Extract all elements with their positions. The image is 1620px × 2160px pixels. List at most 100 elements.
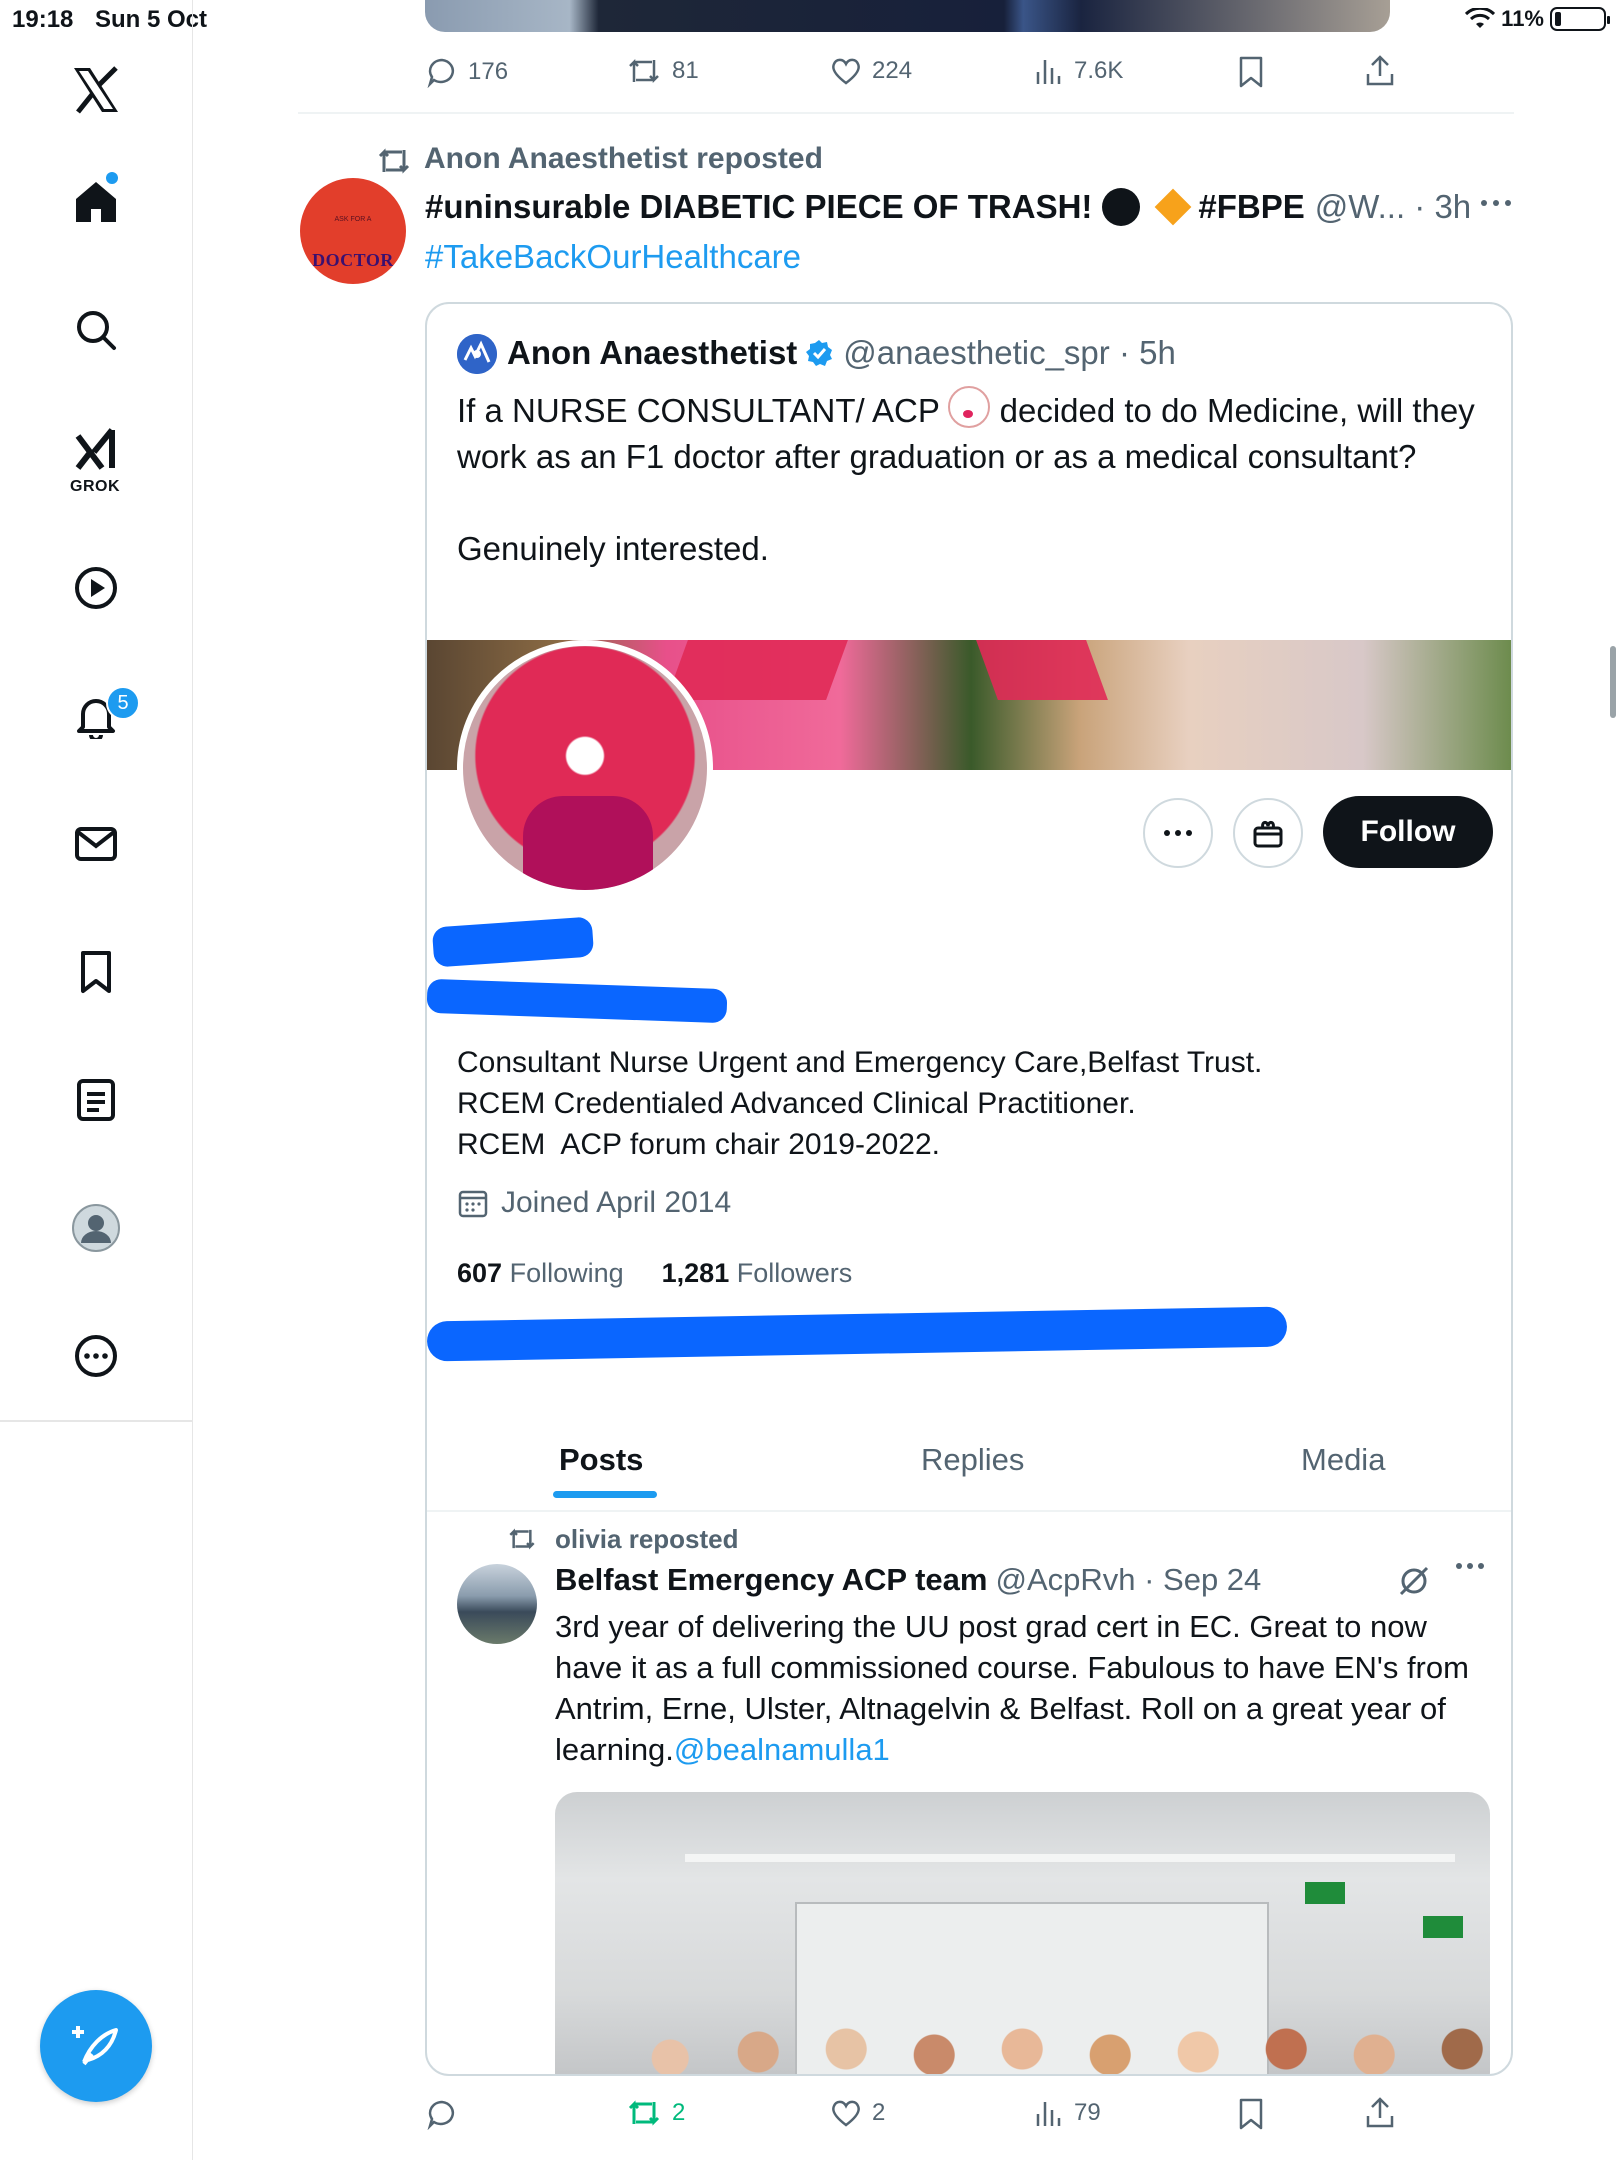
exit-sign: [1423, 1916, 1463, 1938]
sidebar-item-grok[interactable]: [66, 420, 126, 480]
exit-sign: [1305, 1882, 1345, 1904]
compose-icon: [72, 2026, 118, 2066]
search-icon: [77, 311, 116, 350]
x-logo-icon[interactable]: [66, 60, 126, 120]
repost-icon: [628, 2100, 660, 2126]
quote-text-part1: If a NURSE CONSULTANT/ ACP: [457, 392, 949, 429]
mail-icon: [75, 827, 117, 861]
post-repost-button[interactable]: 2: [626, 2098, 685, 2128]
avatar: [72, 1204, 120, 1252]
tab-posts[interactable]: Posts: [559, 1442, 643, 1478]
sidebar-item-profile[interactable]: [66, 1198, 126, 1258]
repost-indicator-icon: [376, 146, 412, 176]
avatar-figure: [523, 796, 653, 890]
post-share-button[interactable]: [1364, 2096, 1396, 2130]
post-author-name-tag[interactable]: #FBPE: [1198, 188, 1304, 226]
calendar-icon: [458, 1190, 488, 1218]
post-author-name[interactable]: #uninsurable DIABETIC PIECE OF TRASH!: [425, 188, 1092, 226]
post-hashtag[interactable]: #TakeBackOurHealthcare: [425, 238, 801, 276]
inner-post-photo[interactable]: [555, 1792, 1490, 2074]
repost-label[interactable]: Anon Anaesthetist reposted: [424, 142, 823, 176]
profile-more-button[interactable]: [1143, 798, 1213, 868]
quote-author-avatar[interactable]: [457, 334, 497, 374]
inner-author-avatar[interactable]: [457, 1564, 537, 1644]
wifi-icon: [1465, 8, 1496, 30]
more-horizontal-icon: [1164, 830, 1192, 836]
followers-link[interactable]: 1,281 Followers: [662, 1258, 853, 1289]
compose-button[interactable]: [40, 1990, 152, 2102]
notification-badge: 5: [106, 686, 140, 720]
followers-label: Followers: [736, 1258, 853, 1288]
banner-fan-left: [666, 640, 848, 700]
inner-mention-link[interactable]: @bealnamulla1: [674, 1732, 890, 1767]
inner-post-header: Belfast Emergency ACP team @AcpRvh · Sep…: [555, 1562, 1261, 1598]
sidebar-item-lists[interactable]: [66, 1070, 126, 1130]
reply-button[interactable]: 176: [426, 56, 508, 88]
profile-avatar[interactable]: [457, 640, 713, 896]
sidebar-item-search[interactable]: [66, 300, 126, 360]
quote-author-name[interactable]: Anon Anaesthetist: [507, 334, 797, 372]
black-circle-emoji: [1102, 188, 1141, 226]
play-icon: [75, 567, 117, 609]
quote-handle-time[interactable]: @anaesthetic_spr · 5h: [843, 334, 1176, 372]
redacted-handle: [427, 978, 728, 1024]
home-unread-dot: [106, 172, 118, 184]
post-reply-button[interactable]: [426, 2098, 468, 2130]
banner-fan-right: [976, 640, 1108, 700]
ceiling-light: [685, 1854, 1455, 1862]
inner-more-button[interactable]: [1455, 1562, 1485, 1570]
orange-diamond-emoji: [1155, 188, 1192, 226]
verified-badge-icon: [805, 339, 833, 367]
post-divider: [298, 112, 1514, 114]
post-views-button[interactable]: 79: [1034, 2098, 1101, 2128]
tab-replies[interactable]: Replies: [921, 1442, 1024, 1478]
scrollbar[interactable]: [1610, 646, 1616, 718]
previous-post-media[interactable]: [425, 0, 1390, 32]
grok-explain-icon[interactable]: [1397, 1564, 1431, 1598]
tab-media[interactable]: Media: [1301, 1442, 1385, 1478]
quoted-post[interactable]: Anon Anaesthetist @anaesthetic_spr · 5h …: [425, 302, 1513, 2076]
avatar-small-text: ASK FOR A: [334, 216, 372, 223]
bookmark-button[interactable]: [1236, 56, 1266, 88]
inner-repost-label[interactable]: olivia reposted: [555, 1524, 739, 1555]
joined-text: Joined April 2014: [501, 1186, 732, 1219]
sidebar-divider: [0, 1420, 192, 1422]
sidebar-item-bookmarks[interactable]: [66, 942, 126, 1002]
like-button[interactable]: 224: [830, 56, 912, 86]
avatar-doctor-text: DOCTOR: [312, 250, 394, 270]
bookmark-icon: [81, 951, 111, 993]
battery-icon: [1550, 7, 1610, 31]
repost-button[interactable]: 81: [626, 56, 699, 86]
share-button[interactable]: [1364, 54, 1396, 88]
post-more-button[interactable]: [1480, 198, 1512, 208]
inner-repost-icon: [507, 1526, 537, 1552]
follow-button[interactable]: Follow: [1323, 796, 1493, 868]
post-author-avatar[interactable]: ASK FOR A DOCTOR: [300, 178, 406, 284]
sidebar-item-more[interactable]: [66, 1326, 126, 1386]
active-tab-indicator: [553, 1491, 657, 1498]
post-handle-time[interactable]: @W... · 3h: [1315, 188, 1471, 226]
more-horizontal-icon: [1481, 200, 1511, 206]
inner-handle-time[interactable]: @AcpRvh · Sep 24: [995, 1562, 1261, 1598]
list-icon: [77, 1079, 115, 1121]
subscribe-button[interactable]: [1233, 798, 1303, 868]
profile-bio: Consultant Nurse Urgent and Emergency Ca…: [457, 1046, 1263, 1161]
gift-icon: [1253, 820, 1283, 848]
home-icon: [76, 182, 116, 222]
post-like-button[interactable]: 2: [830, 2098, 885, 2128]
following-link[interactable]: 607 Following: [457, 1258, 624, 1289]
views-button[interactable]: 7.6K: [1034, 56, 1123, 86]
post-like-count: 2: [872, 2099, 886, 2126]
post-repost-count: 2: [672, 2099, 686, 2126]
following-count: 607: [457, 1258, 503, 1288]
post-bookmark-button[interactable]: [1236, 2098, 1266, 2130]
sidebar-item-messages[interactable]: [66, 814, 126, 874]
views-icon: [1036, 2102, 1061, 2126]
sidebar-item-videos[interactable]: [66, 558, 126, 618]
heart-icon: [832, 58, 860, 85]
inner-author-name[interactable]: Belfast Emergency ACP team: [555, 1562, 987, 1598]
quote-text: If a NURSE CONSULTANT/ ACP decided to do…: [457, 386, 1477, 572]
clown-emoji: [948, 386, 991, 428]
views-count: 7.6K: [1074, 57, 1124, 84]
more-icon: [75, 1335, 117, 1377]
